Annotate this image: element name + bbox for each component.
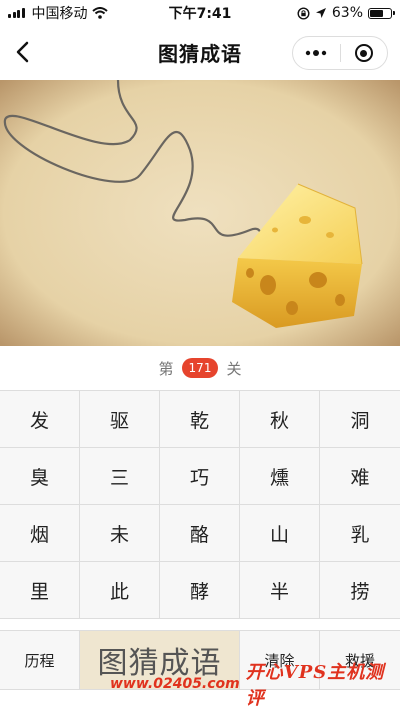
carrier-label: 中国移动 <box>31 6 88 22</box>
char-cell[interactable]: 山 <box>240 505 320 562</box>
char-cell[interactable]: 难 <box>320 448 400 505</box>
battery-icon <box>368 7 395 19</box>
location-icon <box>315 8 326 18</box>
status-left: 中国移动 <box>8 3 148 23</box>
close-target-icon <box>354 44 373 62</box>
char-cell[interactable]: 乳 <box>320 505 400 562</box>
back-arrow-icon <box>16 41 29 63</box>
char-cell[interactable]: 臭 <box>0 448 80 505</box>
level-suffix: 关 <box>226 359 242 378</box>
char-cell[interactable]: 未 <box>80 505 160 562</box>
char-cell[interactable]: 酪 <box>160 505 240 562</box>
battery-percent: 63% <box>331 5 363 21</box>
char-cell[interactable]: 驱 <box>80 391 160 448</box>
history-button[interactable]: 历程 <box>0 631 80 689</box>
char-cell[interactable]: 烟 <box>0 505 80 562</box>
answer-display[interactable]: 图猜成语 <box>80 631 240 689</box>
battery-level <box>370 9 383 17</box>
char-cell[interactable]: 洞 <box>320 391 400 448</box>
puzzle-image <box>0 80 400 346</box>
help-button[interactable]: 救援 <box>320 631 400 689</box>
mini-program-capsule <box>292 36 388 70</box>
char-cell[interactable]: 此 <box>80 562 160 619</box>
bottom-action-bar: 历程 图猜成语 清除 救援 <box>0 630 400 690</box>
more-dots-icon <box>306 50 327 56</box>
clear-button[interactable]: 清除 <box>240 631 320 689</box>
status-time: 下午7:41 <box>168 6 232 22</box>
close-button[interactable] <box>341 37 388 69</box>
signal-icon <box>8 8 25 18</box>
back-button[interactable] <box>10 38 38 66</box>
lock-rotation-icon <box>297 6 310 20</box>
char-cell[interactable]: 半 <box>240 562 320 619</box>
char-cell[interactable]: 燻 <box>240 448 320 505</box>
char-cell[interactable]: 秋 <box>240 391 320 448</box>
page-title: 图猜成语 <box>158 41 242 66</box>
character-grid: 发 驱 乾 秋 洞 臭 三 巧 燻 难 烟 未 酪 山 乳 里 此 酵 半 捞 <box>0 390 400 619</box>
level-indicator: 第 171 关 <box>0 356 400 380</box>
char-cell[interactable]: 乾 <box>160 391 240 448</box>
char-cell[interactable]: 里 <box>0 562 80 619</box>
char-cell[interactable]: 发 <box>0 391 80 448</box>
char-cell[interactable]: 酵 <box>160 562 240 619</box>
char-cell[interactable]: 三 <box>80 448 160 505</box>
nav-bar: 图猜成语 <box>0 26 400 78</box>
cheese-illustration <box>0 80 400 346</box>
status-right: 63% <box>252 5 395 21</box>
char-cell[interactable]: 捞 <box>320 562 400 619</box>
wifi-icon <box>91 7 108 19</box>
level-number-badge: 171 <box>181 358 219 378</box>
level-prefix: 第 <box>158 359 174 378</box>
status-bar: 中国移动 下午7:41 63% <box>0 0 400 26</box>
more-button[interactable] <box>293 37 340 69</box>
char-cell[interactable]: 巧 <box>160 448 240 505</box>
